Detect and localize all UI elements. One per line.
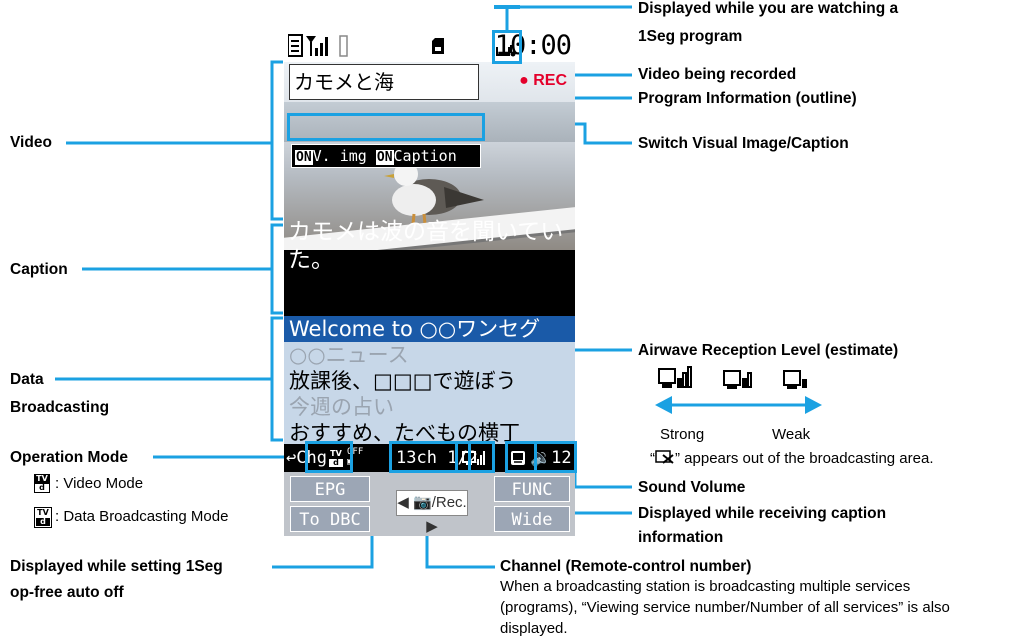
label-operation-mode: Operation Mode — [10, 449, 128, 466]
switch-visual-caption[interactable]: ONV. img ONCaption — [291, 144, 481, 168]
vimg-label: V. img — [312, 147, 367, 165]
label-data: Data — [10, 371, 44, 388]
caption-on-badge: ON — [375, 150, 394, 165]
to-dbc-softkey[interactable]: To DBC — [290, 506, 370, 532]
out-of-area-text: ” appears out of the broadcasting area. — [675, 450, 934, 467]
caption-text: カモメは波の音を聞いていた。 — [288, 219, 564, 273]
reception-levels-icon — [658, 366, 807, 389]
record-center-key[interactable]: ◀ 📷/Rec. ▶ — [396, 490, 468, 535]
wide-softkey[interactable]: Wide — [494, 506, 570, 532]
label-sound-volume: Sound Volume — [638, 479, 746, 496]
status-area: 10:00 — [284, 30, 575, 62]
data-line-3[interactable]: 今週の占い — [284, 394, 575, 420]
memory-card-icon — [432, 38, 444, 54]
label-switch: Switch Visual Image/Caption — [638, 135, 849, 152]
camera-icon: 📷 — [413, 494, 432, 511]
signal-icon — [288, 34, 348, 57]
label-weak: Weak — [772, 426, 811, 443]
highlight-caption-icon — [505, 441, 537, 473]
vimg-on-badge: ON — [295, 150, 313, 165]
data-line-2[interactable]: 放課後、□□□で遊ぼう — [284, 368, 575, 394]
highlight-reception — [455, 441, 495, 473]
label-strong: Strong — [660, 426, 705, 443]
label-watching-2: 1Seg program — [638, 28, 743, 45]
epg-softkey[interactable]: EPG — [290, 476, 370, 502]
rec-indicator: ● REC — [519, 72, 567, 89]
data-broadcasting: Welcome to ○○ワンセグ ○○ニュース 放課後、□□□で遊ぼう 今週の… — [284, 316, 575, 444]
caption-switch-label: Caption — [393, 147, 457, 165]
label-watching: Displayed while you are watching a — [638, 0, 899, 17]
label-autooff: Displayed while setting 1Seg — [10, 558, 223, 575]
channel-description: When a broadcasting station is broadcast… — [500, 578, 950, 637]
data-line-1[interactable]: ○○ニュース — [284, 342, 575, 368]
func-softkey[interactable]: FUNC — [494, 476, 570, 502]
rec-label: REC — [533, 72, 567, 89]
highlight-operation-mode — [305, 441, 353, 473]
out-of-area-note: “” appears out of the broadcasting area. — [650, 450, 934, 467]
out-of-area-icon — [655, 450, 674, 464]
label-caption-info: Displayed while receiving caption — [638, 505, 887, 522]
label-caption: Caption — [10, 261, 68, 278]
program-info: カモメと海 — [289, 64, 479, 100]
highlight-switch — [287, 113, 485, 141]
label-data-mode: : Data Broadcasting Mode — [55, 508, 229, 525]
label-video: Video — [10, 134, 52, 151]
center-key-label: /Rec. — [431, 494, 467, 511]
label-channel: Channel (Remote-control number) — [500, 558, 752, 575]
label-program-info: Program Information (outline) — [638, 90, 857, 107]
softkey-area: EPG FUNC To DBC Wide ◀ 📷/Rec. ▶ — [284, 472, 575, 536]
label-broadcasting: Broadcasting — [10, 399, 110, 416]
label-video-mode: : Video Mode — [55, 475, 144, 492]
label-autooff-2: op-free auto off — [10, 584, 124, 601]
highlight-volume — [534, 441, 577, 473]
label-airwave: Airwave Reception Level (estimate) — [638, 342, 899, 359]
label-caption-info-2: information — [638, 529, 724, 546]
data-line-0[interactable]: Welcome to ○○ワンセグ — [284, 316, 575, 342]
data-mode-icon: TV d — [34, 507, 52, 528]
video-mode-icon: TV d — [34, 474, 50, 493]
label-recorded: Video being recorded — [638, 66, 797, 83]
highlight-1seg-icon — [492, 30, 522, 64]
